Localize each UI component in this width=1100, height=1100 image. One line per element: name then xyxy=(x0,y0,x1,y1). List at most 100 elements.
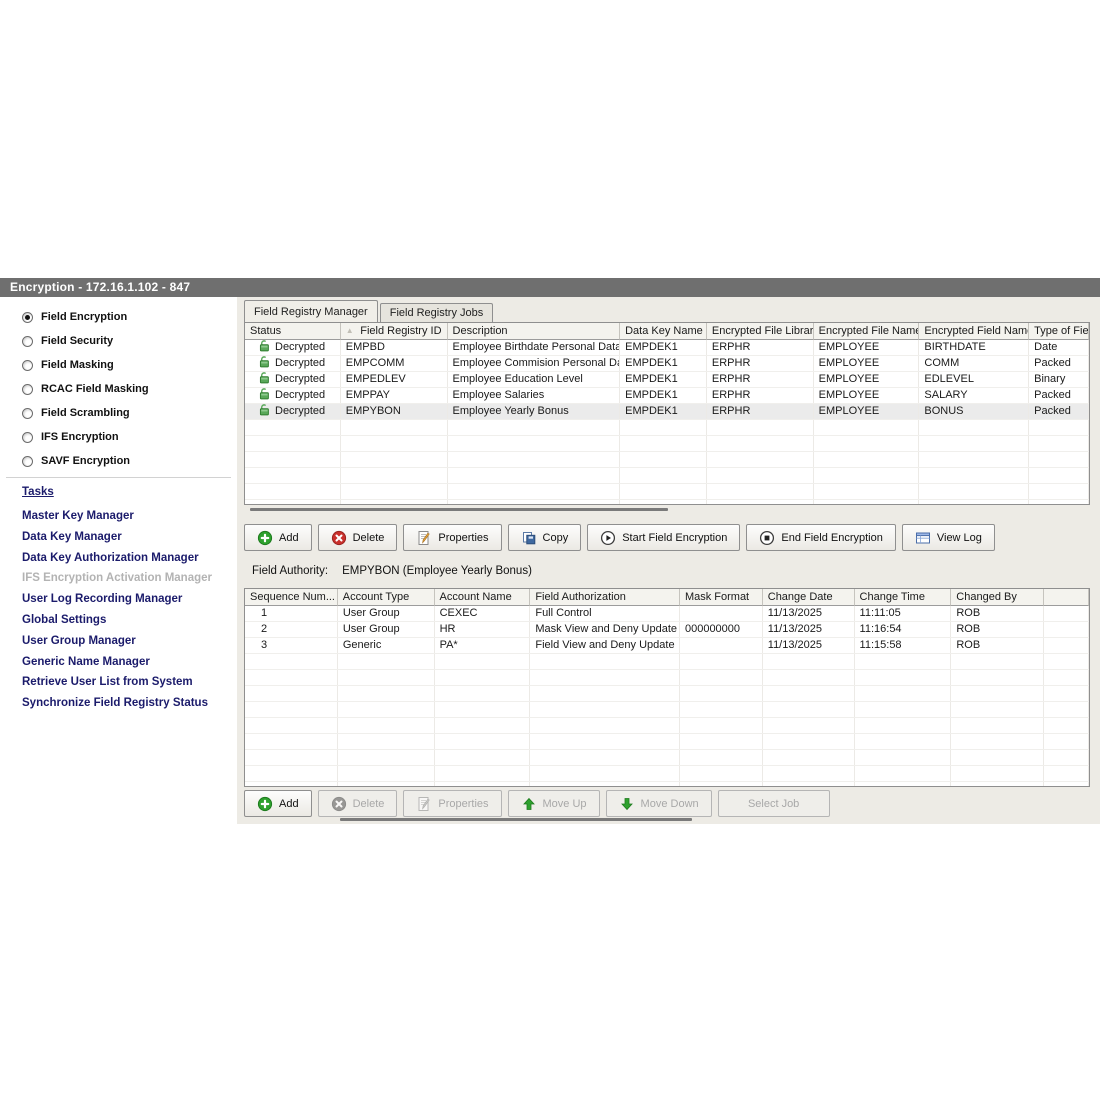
authority-hscroll-thumb[interactable] xyxy=(340,818,692,821)
select-job-button[interactable]: Select Job xyxy=(718,790,830,817)
empty-cell xyxy=(814,452,920,467)
radio-icon xyxy=(22,408,33,419)
table-row[interactable]: DecryptedEMPBDEmployee Birthdate Persona… xyxy=(245,340,1089,356)
task-link-global-settings[interactable]: Global Settings xyxy=(0,610,237,631)
authority-table-hscrollbar[interactable] xyxy=(340,818,940,823)
table-row[interactable]: 1User GroupCEXECFull Control11/13/202511… xyxy=(245,606,1089,622)
column-header-type-of-field[interactable]: Type of Field xyxy=(1029,323,1089,340)
column-header-sequence-num[interactable]: Sequence Num... xyxy=(245,589,338,606)
column-header-encrypted-file-name[interactable]: Encrypted File Name xyxy=(814,323,920,340)
task-link-user-log-recording-manager[interactable]: User Log Recording Manager xyxy=(0,589,237,610)
empty-cell xyxy=(763,734,855,749)
task-link-generic-name-manager[interactable]: Generic Name Manager xyxy=(0,652,237,673)
sidebar-radio-field-security[interactable]: Field Security xyxy=(0,329,237,353)
add-button[interactable]: Add xyxy=(244,524,312,551)
window-title: Encryption - 172.16.1.102 - 847 xyxy=(10,280,190,294)
empty-cell xyxy=(620,436,707,451)
radio-label: Field Masking xyxy=(41,359,114,371)
column-header-status[interactable]: Status xyxy=(245,323,341,340)
properties-button[interactable]: Properties xyxy=(403,790,501,817)
table-row[interactable]: DecryptedEMPYBONEmployee Yearly BonusEMP… xyxy=(245,404,1089,420)
tab-bar: Field Registry ManagerField Registry Job… xyxy=(244,300,495,322)
end-field-encryption-button[interactable]: End Field Encryption xyxy=(746,524,896,551)
column-header-account-type[interactable]: Account Type xyxy=(338,589,435,606)
task-link-data-key-manager[interactable]: Data Key Manager xyxy=(0,527,237,548)
task-link-master-key-manager[interactable]: Master Key Manager xyxy=(0,506,237,527)
cell-description: Employee Education Level xyxy=(448,372,621,387)
empty-table-row xyxy=(245,500,1089,505)
cell-account-name: CEXEC xyxy=(435,606,531,621)
copy-button[interactable]: Copy xyxy=(508,524,582,551)
cell-sequence-num: 1 xyxy=(245,606,338,621)
view-log-button[interactable]: View Log xyxy=(902,524,995,551)
unlock-icon xyxy=(258,340,271,355)
empty-cell xyxy=(245,670,338,685)
empty-cell xyxy=(530,734,680,749)
empty-cell xyxy=(338,766,435,781)
tab-field-registry-jobs[interactable]: Field Registry Jobs xyxy=(380,303,494,322)
sidebar-radio-ifs-encryption[interactable]: IFS Encryption xyxy=(0,425,237,449)
empty-cell xyxy=(1044,670,1089,685)
start-field-encryption-button[interactable]: Start Field Encryption xyxy=(587,524,740,551)
task-link-data-key-authorization-manager[interactable]: Data Key Authorization Manager xyxy=(0,548,237,569)
table-row[interactable]: DecryptedEMPCOMMEmployee Commision Perso… xyxy=(245,356,1089,372)
sidebar-radio-field-masking[interactable]: Field Masking xyxy=(0,353,237,377)
task-link-user-group-manager[interactable]: User Group Manager xyxy=(0,631,237,652)
empty-cell xyxy=(855,654,952,669)
cell-blank xyxy=(1044,622,1089,637)
empty-cell xyxy=(680,766,763,781)
column-header-change-date[interactable]: Change Date xyxy=(763,589,855,606)
column-header-field-authorization[interactable]: Field Authorization xyxy=(530,589,680,606)
empty-cell xyxy=(530,654,680,669)
column-header-encrypted-field-name[interactable]: Encrypted Field Name xyxy=(919,323,1029,340)
column-header-field-registry-id[interactable]: ▲Field Registry ID xyxy=(341,323,448,340)
table-row[interactable]: 3GenericPA*Field View and Deny Update11/… xyxy=(245,638,1089,654)
column-header-encrypted-file-library[interactable]: Encrypted File Library xyxy=(707,323,814,340)
table-row[interactable]: 2User GroupHRMask View and Deny Update00… xyxy=(245,622,1089,638)
task-link-ifs-encryption-activation-manager: IFS Encryption Activation Manager xyxy=(0,568,237,589)
column-header-account-name[interactable]: Account Name xyxy=(435,589,531,606)
table-row[interactable]: DecryptedEMPPAYEmployee SalariesEMPDEK1E… xyxy=(245,388,1089,404)
column-header-changed-by[interactable]: Changed By xyxy=(951,589,1044,606)
sidebar: Field EncryptionField Security Field Mask… xyxy=(0,297,237,824)
cell-type-of-field: Packed xyxy=(1029,356,1089,371)
empty-cell xyxy=(338,718,435,733)
sort-ascending-icon: ▲ xyxy=(346,323,354,339)
radio-icon xyxy=(22,384,33,395)
empty-cell xyxy=(680,734,763,749)
column-header-change-time[interactable]: Change Time xyxy=(855,589,952,606)
cell-encrypted-file-library: ERPHR xyxy=(707,388,814,403)
empty-cell xyxy=(680,718,763,733)
move-up-button[interactable]: Move Up xyxy=(508,790,600,817)
delete-button[interactable]: Delete xyxy=(318,790,398,817)
empty-cell xyxy=(530,782,680,787)
empty-cell xyxy=(341,468,448,483)
table-row[interactable]: DecryptedEMPEDLEVEmployee Education Leve… xyxy=(245,372,1089,388)
column-header-description[interactable]: Description xyxy=(448,323,621,340)
add-icon xyxy=(257,530,273,546)
registry-hscroll-thumb[interactable] xyxy=(250,508,668,511)
column-header-mask-format[interactable]: Mask Format xyxy=(680,589,763,606)
column-header-label: Account Name xyxy=(440,589,512,605)
column-header-data-key-name[interactable]: Data Key Name xyxy=(620,323,707,340)
add-icon xyxy=(257,796,273,812)
cell-account-name: HR xyxy=(435,622,531,637)
task-link-synchronize-field-registry-status[interactable]: Synchronize Field Registry Status xyxy=(0,693,237,714)
cell-encrypted-file-library: ERPHR xyxy=(707,404,814,419)
sidebar-radio-savf-encryption[interactable]: SAVF Encryption xyxy=(0,449,237,473)
start-icon xyxy=(600,530,616,546)
delete-button[interactable]: Delete xyxy=(318,524,398,551)
sidebar-divider xyxy=(6,477,231,478)
column-header-blank[interactable] xyxy=(1044,589,1089,606)
tab-field-registry-manager[interactable]: Field Registry Manager xyxy=(244,300,378,322)
sidebar-radio-field-encryption[interactable]: Field Encryption xyxy=(0,305,237,329)
sidebar-radio-field-scrambling[interactable]: Field Scrambling xyxy=(0,401,237,425)
registry-table-hscrollbar[interactable] xyxy=(250,508,890,513)
empty-table-row xyxy=(245,452,1089,468)
add-button[interactable]: Add xyxy=(244,790,312,817)
empty-cell xyxy=(435,782,531,787)
move-down-button[interactable]: Move Down xyxy=(606,790,712,817)
task-link-retrieve-user-list-from-system[interactable]: Retrieve User List from System xyxy=(0,672,237,693)
properties-button[interactable]: Properties xyxy=(403,524,501,551)
sidebar-radio-rcac-field-masking[interactable]: RCAC Field Masking xyxy=(0,377,237,401)
